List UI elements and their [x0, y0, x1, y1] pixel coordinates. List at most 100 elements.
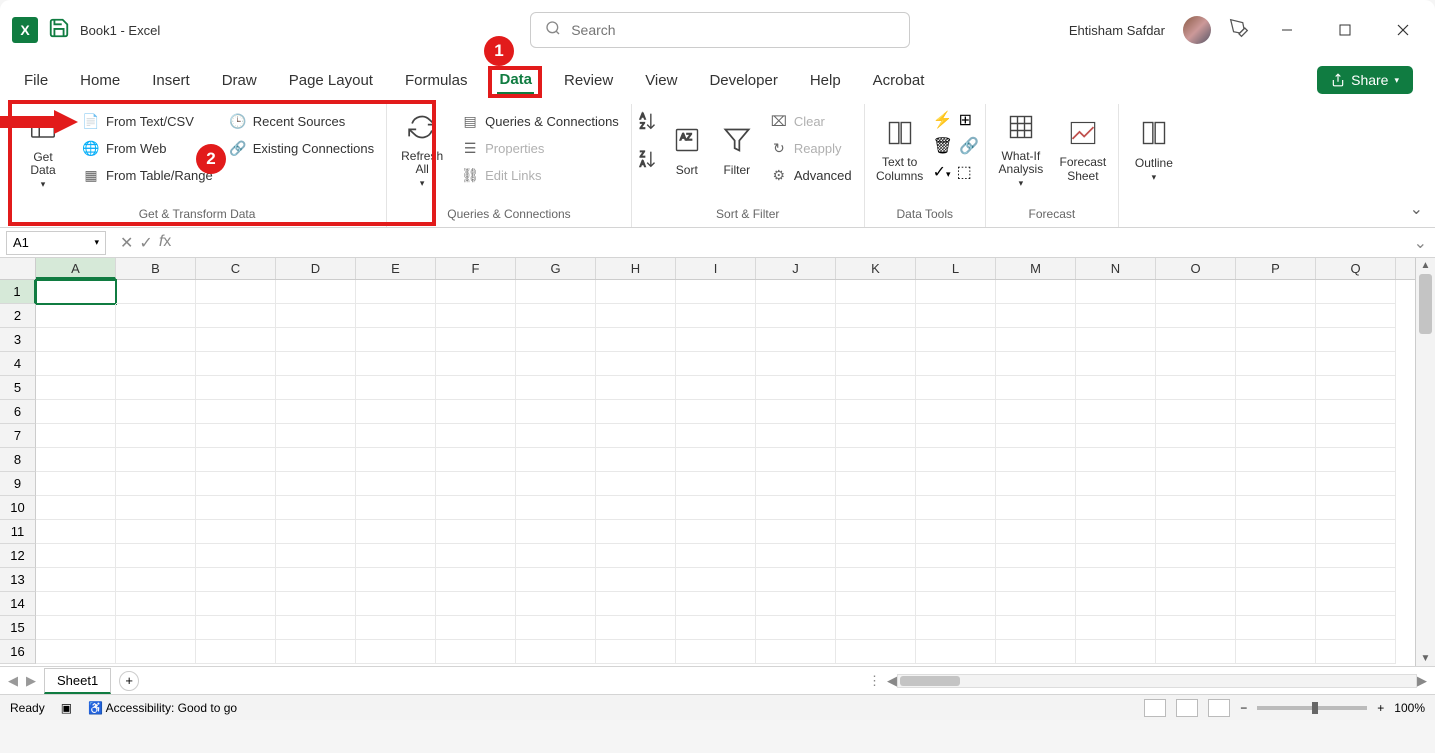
- cell[interactable]: [356, 424, 436, 448]
- cell[interactable]: [836, 640, 916, 664]
- tab-data[interactable]: Data: [497, 67, 534, 94]
- from-table-range-button[interactable]: ▦From Table/Range: [76, 164, 219, 187]
- cell[interactable]: [1156, 640, 1236, 664]
- row-header[interactable]: 13: [0, 568, 36, 592]
- cell[interactable]: [756, 304, 836, 328]
- cell[interactable]: [516, 352, 596, 376]
- cell[interactable]: [356, 400, 436, 424]
- cell[interactable]: [276, 616, 356, 640]
- cell[interactable]: [676, 376, 756, 400]
- cell[interactable]: [276, 544, 356, 568]
- cell[interactable]: [596, 376, 676, 400]
- cell[interactable]: [356, 520, 436, 544]
- cell[interactable]: [436, 520, 516, 544]
- cell[interactable]: [1236, 400, 1316, 424]
- cell[interactable]: [756, 376, 836, 400]
- cell[interactable]: [836, 328, 916, 352]
- cell[interactable]: [996, 328, 1076, 352]
- from-web-button[interactable]: 🌐From Web: [76, 137, 219, 160]
- cell[interactable]: [596, 472, 676, 496]
- cell[interactable]: [596, 520, 676, 544]
- share-button[interactable]: Share ▾: [1317, 66, 1413, 94]
- cell[interactable]: [436, 280, 516, 304]
- cancel-formula-icon[interactable]: ✕: [120, 233, 133, 253]
- cell[interactable]: [996, 472, 1076, 496]
- cell[interactable]: [436, 544, 516, 568]
- cell[interactable]: [996, 640, 1076, 664]
- cell[interactable]: [436, 448, 516, 472]
- cell[interactable]: [596, 616, 676, 640]
- data-validation-icon[interactable]: ✓▾: [933, 162, 951, 182]
- cell[interactable]: [36, 592, 116, 616]
- cell[interactable]: [596, 544, 676, 568]
- cell[interactable]: [836, 592, 916, 616]
- cell[interactable]: [356, 472, 436, 496]
- row-header[interactable]: 1: [0, 280, 36, 304]
- row-header[interactable]: 3: [0, 328, 36, 352]
- cell[interactable]: [36, 448, 116, 472]
- row-header[interactable]: 8: [0, 448, 36, 472]
- cell[interactable]: [436, 640, 516, 664]
- cell[interactable]: [36, 640, 116, 664]
- cell[interactable]: [1076, 328, 1156, 352]
- cell[interactable]: [1316, 352, 1396, 376]
- column-header[interactable]: C: [196, 258, 276, 279]
- recent-sources-button[interactable]: 🕒Recent Sources: [223, 110, 380, 133]
- cell[interactable]: [836, 304, 916, 328]
- row-header[interactable]: 15: [0, 616, 36, 640]
- cell[interactable]: [996, 280, 1076, 304]
- cell[interactable]: [1076, 376, 1156, 400]
- cell[interactable]: [1236, 568, 1316, 592]
- cell[interactable]: [196, 592, 276, 616]
- cell[interactable]: [996, 400, 1076, 424]
- fx-icon[interactable]: fx: [159, 233, 171, 253]
- cell[interactable]: [516, 616, 596, 640]
- tab-draw[interactable]: Draw: [220, 68, 259, 93]
- cell[interactable]: [996, 304, 1076, 328]
- zoom-out-button[interactable]: −: [1240, 701, 1247, 715]
- cell[interactable]: [516, 568, 596, 592]
- cell[interactable]: [596, 304, 676, 328]
- cell[interactable]: [756, 424, 836, 448]
- cell[interactable]: [1316, 328, 1396, 352]
- sheet-nav-prev-icon[interactable]: ◀: [8, 673, 18, 689]
- cell[interactable]: [116, 352, 196, 376]
- scroll-up-icon[interactable]: ▲: [1416, 260, 1435, 271]
- cell[interactable]: [356, 328, 436, 352]
- search-input[interactable]: [571, 22, 895, 38]
- cell[interactable]: [276, 424, 356, 448]
- consolidate-icon[interactable]: ⊞: [959, 110, 972, 130]
- cell[interactable]: [36, 328, 116, 352]
- column-header[interactable]: I: [676, 258, 756, 279]
- cell[interactable]: [836, 448, 916, 472]
- cell[interactable]: [916, 472, 996, 496]
- row-header[interactable]: 9: [0, 472, 36, 496]
- cell[interactable]: [1076, 400, 1156, 424]
- tab-page-layout[interactable]: Page Layout: [287, 68, 375, 93]
- cell[interactable]: [276, 352, 356, 376]
- sort-button[interactable]: AZ Sort: [664, 110, 710, 192]
- edit-links-button[interactable]: ⛓Edit Links: [455, 164, 625, 187]
- sheet-nav-next-icon[interactable]: ▶: [26, 673, 36, 689]
- cell[interactable]: [1316, 592, 1396, 616]
- cell[interactable]: [996, 448, 1076, 472]
- cell[interactable]: [356, 616, 436, 640]
- column-header[interactable]: Q: [1316, 258, 1396, 279]
- cell[interactable]: [1156, 496, 1236, 520]
- cell[interactable]: [676, 448, 756, 472]
- cell[interactable]: [196, 640, 276, 664]
- cell[interactable]: [196, 496, 276, 520]
- cell[interactable]: [36, 304, 116, 328]
- vertical-scrollbar[interactable]: ▲ ▼: [1415, 258, 1435, 666]
- cell[interactable]: [1236, 592, 1316, 616]
- select-all-corner[interactable]: [0, 258, 36, 279]
- filter-button[interactable]: Filter: [714, 110, 760, 192]
- cell[interactable]: [116, 328, 196, 352]
- sort-asc-icon[interactable]: AZ: [638, 110, 660, 138]
- cell[interactable]: [676, 616, 756, 640]
- cell[interactable]: [916, 328, 996, 352]
- cell[interactable]: [1076, 496, 1156, 520]
- advanced-button[interactable]: ⚙Advanced: [764, 164, 858, 187]
- column-header[interactable]: E: [356, 258, 436, 279]
- cell[interactable]: [1156, 352, 1236, 376]
